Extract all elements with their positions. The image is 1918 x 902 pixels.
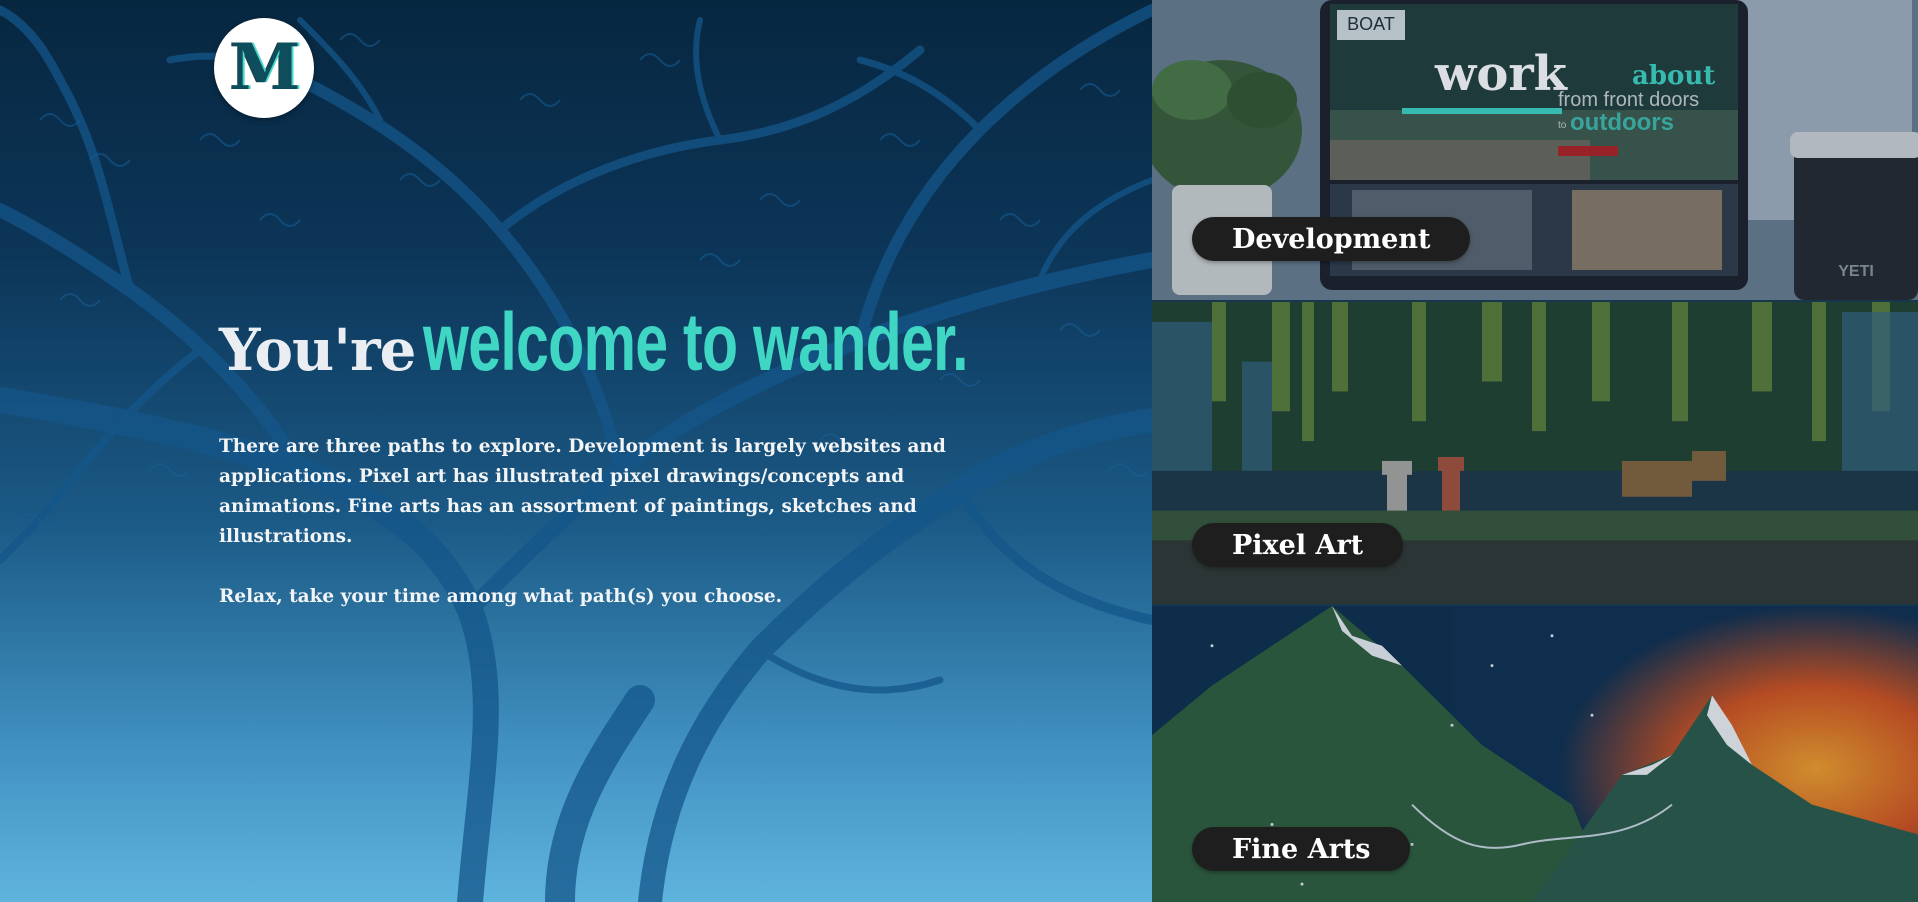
paths-nav: BOAT work about from front doors to outd…: [1152, 0, 1918, 902]
hero-section: M You'rewelcome to wander. There are thr…: [0, 0, 1152, 902]
headline-accent: welcome to wander.: [423, 297, 969, 388]
path-label-development: Development: [1192, 217, 1471, 261]
intro-paragraph: There are three paths to explore. Develo…: [219, 436, 946, 547]
intro-paragraph: Relax, take your time among what path(s)…: [219, 586, 783, 607]
hero-intro: There are three paths to explore. Develo…: [219, 432, 979, 612]
path-label-fine-arts: Fine Arts: [1192, 827, 1411, 871]
logo-letter: M: [229, 30, 301, 105]
hero-headline: You'rewelcome to wander.: [219, 296, 1152, 390]
headline-plain: You're: [219, 316, 416, 384]
path-pixel-art[interactable]: Pixel Art: [1152, 300, 1918, 604]
site-logo[interactable]: M: [214, 18, 314, 118]
path-label-pixel-art: Pixel Art: [1192, 523, 1404, 567]
path-development[interactable]: BOAT work about from front doors to outd…: [1152, 0, 1918, 300]
path-fine-arts[interactable]: Fine Arts: [1152, 604, 1918, 902]
